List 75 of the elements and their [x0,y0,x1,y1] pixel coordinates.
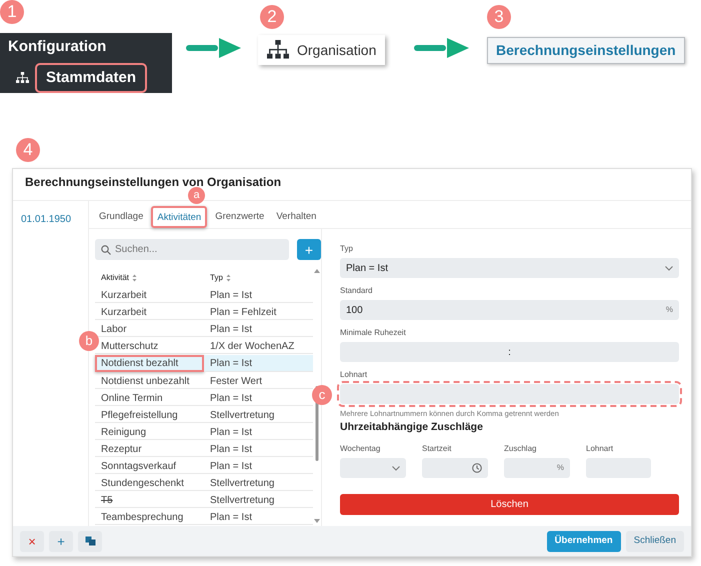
arrow [413,36,471,60]
organisation-node[interactable]: Organisation [258,35,386,65]
chevron-down-icon [392,466,400,470]
table-cell[interactable]: Plan = Fehlzeit [204,304,313,320]
field-label: Standard [340,285,374,297]
table-cell[interactable]: 1/X der WochenAZ [204,338,313,354]
table-cell[interactable]: Sonntagsverkauf [95,458,204,474]
clock-icon [472,463,482,473]
table-cell[interactable]: Online Termin [95,389,204,406]
wage-type-field[interactable] [340,384,679,404]
callout-badge: 3 [487,5,511,29]
delete-tool-button[interactable]: × [20,530,44,552]
tab[interactable]: Grundlage [95,206,148,228]
table-cell[interactable]: Fester Wert [204,372,313,389]
table-cell[interactable]: Plan = Ist [204,286,313,304]
type-select[interactable]: Plan = Ist [340,258,679,278]
section-heading: Uhrzeitabhängige Zuschläge [340,420,484,436]
time-field[interactable]: : [340,342,679,362]
table-cell[interactable]: Plan = Ist [204,423,313,440]
field-label: Zuschlag [504,443,538,455]
percent-suffix: % [666,304,673,316]
sitemap-icon [267,40,289,60]
close-button[interactable]: Schließen [626,530,684,552]
field-label: Startzeit [422,443,452,455]
table-cell[interactable]: Plan = Ist [204,389,313,406]
table-cell[interactable]: Rezeptur [95,440,204,458]
table-cell[interactable]: T5 [95,492,204,508]
field-label: Typ [340,243,354,255]
arrow [185,36,243,60]
surcharge-field[interactable]: % [504,458,570,478]
standard-field[interactable]: 100 % [340,300,679,320]
sort-icon [132,274,138,282]
add-tool-button[interactable]: + [49,530,73,552]
settings-link[interactable]: Berechnungseinstellungen [487,37,685,64]
node-label: Organisation [297,40,376,60]
copy-button[interactable] [78,530,102,552]
callout-badge: 1 [0,0,24,24]
table-cell[interactable]: Plan = Ist [204,458,313,474]
tab[interactable]: Aktivitäten [151,206,208,228]
table-cell[interactable]: Stellvertretung [204,406,313,423]
table-cell[interactable]: Plan = Ist [204,440,313,458]
tab[interactable]: Grenzwerte [211,206,268,228]
field-label: Lohnart [340,369,368,381]
field-label: Lohnart [586,443,614,455]
search-icon [101,244,111,254]
menu-title: Konfiguration [8,37,108,57]
sort-icon [226,274,231,282]
table-cell[interactable]: Notdienst bezahlt [95,354,204,372]
table-cell[interactable]: Plan = Ist [204,354,313,372]
field-label: Minimale Ruhezeit [340,327,407,339]
callout-badge: 2 [260,5,284,29]
table-cell[interactable]: Kurzarbeit [95,286,204,304]
table-cell[interactable]: Teambesprechung [95,508,204,526]
column-header[interactable]: Typ [210,272,223,284]
table-cell[interactable]: Notdienst unbezahlt [95,372,204,389]
delete-button[interactable]: Löschen [340,494,679,515]
table-cell[interactable]: Plan = Ist [204,320,313,338]
sitemap-icon [16,72,29,84]
column-header[interactable]: Aktivität [101,272,130,284]
table-cell[interactable]: Kurzarbeit [95,304,204,320]
table-cell[interactable]: Reinigung [95,423,204,440]
start-time-field[interactable] [422,458,488,478]
table-cell[interactable]: Stundengeschenkt [95,474,204,492]
chevron-down-icon [665,266,673,270]
table-cell[interactable]: Stellvertretung [204,492,313,508]
copy-icon [84,536,96,546]
percent-suffix: % [556,462,564,474]
table-cell[interactable]: Plan = Ist [204,508,313,526]
callout-badge: 4 [16,138,40,162]
menu-item[interactable]: Stammdaten [35,62,148,93]
table-cell[interactable]: Stellvertretung [204,474,313,492]
tab[interactable]: Verhalten [272,206,320,228]
field-label: Wochentag [340,443,382,455]
table-cell[interactable]: Pflegefreistellung [95,406,204,423]
version-date[interactable]: 01.01.1950 [21,212,80,227]
